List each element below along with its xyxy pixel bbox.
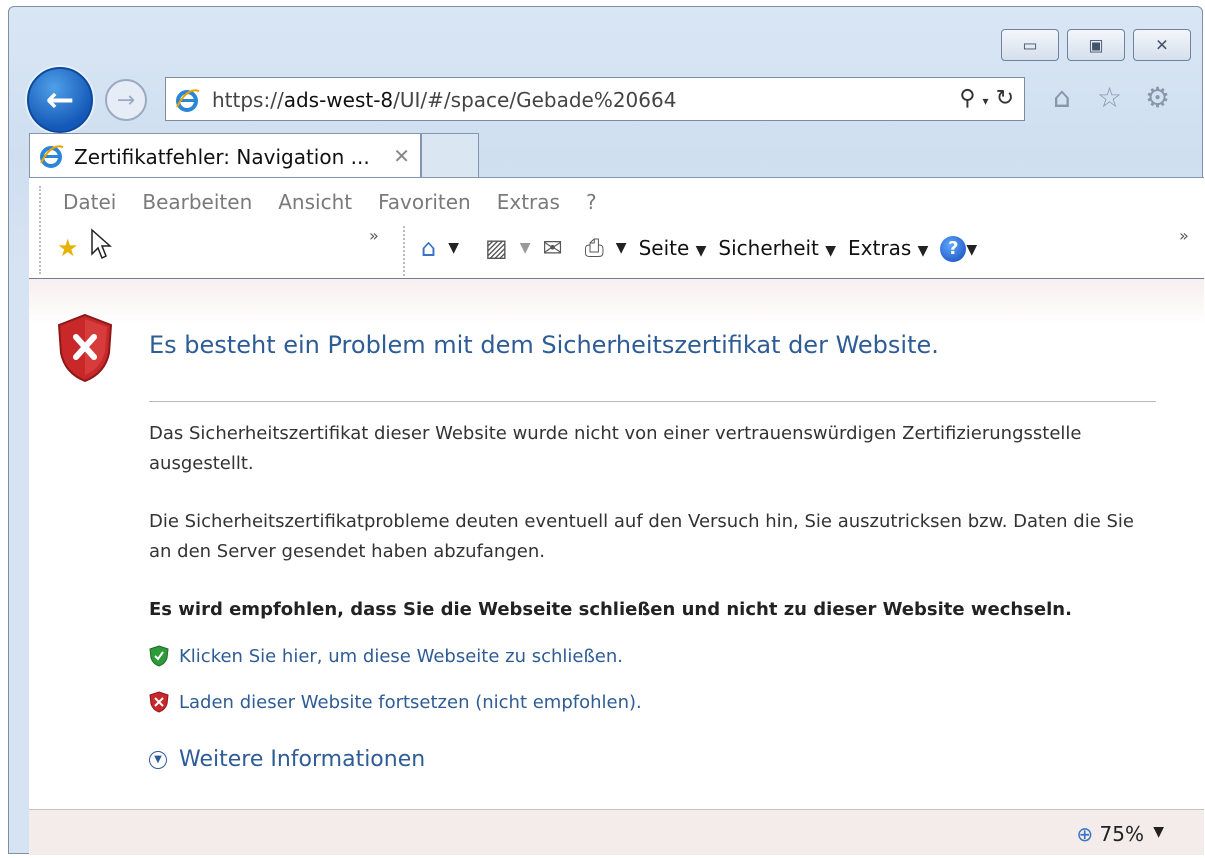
status-bar: ⊕ 75% ▼ [29, 809, 1204, 855]
minimize-button[interactable]: ▭ [1001, 29, 1059, 61]
sicherheit-menu[interactable]: Sicherheit ▼ [718, 236, 836, 260]
home-icon[interactable]: ⌂ [421, 234, 436, 262]
menu-bar: Datei Bearbeiten Ansicht Favoriten Extras? [63, 190, 623, 214]
command-area: Datei Bearbeiten Ansicht Favoriten Extras? ★… [29, 177, 1204, 279]
settings-gear-icon[interactable]: ⚙ [1145, 81, 1170, 114]
error-shield-icon [57, 313, 113, 383]
search-icon[interactable]: ⚲ [959, 86, 975, 111]
address-bar[interactable]: https://ads-west-8/UI/#/space/Gebade%206… [165, 77, 1025, 121]
menu-bearbeiten[interactable]: Bearbeiten [142, 190, 252, 214]
continue-link-label: Laden dieser Website fortsetzen (nicht e… [179, 691, 642, 713]
browser-window: ▭ ▣ ✕ ← → https://ads-west-8/UI/#/space/… [8, 6, 1204, 855]
home-icon[interactable]: ⌂ [1053, 81, 1071, 114]
forward-button[interactable]: → [105, 79, 147, 121]
help-menu[interactable]: ? ▼ [940, 235, 977, 262]
toolbar-grip[interactable] [39, 186, 41, 274]
continue-link[interactable]: Laden dieser Website fortsetzen (nicht e… [149, 691, 642, 713]
error-page: Es besteht ein Problem mit dem Sicherhei… [29, 279, 1204, 809]
expand-circle-icon: ▼ [149, 750, 167, 769]
zoom-level[interactable]: ⊕ 75% [1076, 822, 1144, 846]
menu-extras[interactable]: Extras [497, 190, 560, 214]
ok-shield-icon [149, 645, 169, 667]
add-favorites-icon[interactable]: ★ [57, 234, 79, 262]
menu-ansicht[interactable]: Ansicht [278, 190, 352, 214]
toolbar-grip[interactable] [403, 226, 405, 276]
mouse-cursor-icon [91, 228, 112, 260]
back-arrow-icon: ← [45, 80, 75, 120]
description-paragraph-2: Die Sicherheitszertifikatprobleme deuten… [149, 511, 1135, 562]
more-info-toggle[interactable]: ▼ Weitere Informationen [149, 747, 425, 772]
menu-favoriten[interactable]: Favoriten [378, 190, 471, 214]
chevron-right-icon[interactable]: » [1179, 226, 1189, 245]
chevron-right-icon[interactable]: » [369, 226, 379, 245]
tab-close-icon[interactable]: ✕ [393, 144, 410, 168]
command-bar: ⌂ ▼ ▨ ▼ ✉ ⎙ ▼ Seite ▼ Sicherheit ▼ Extra… [421, 234, 977, 262]
mail-icon[interactable]: ✉ [542, 234, 562, 262]
close-page-link[interactable]: Klicken Sie hier, um diese Webseite zu s… [149, 645, 623, 667]
error-shield-small-icon [149, 691, 169, 713]
feeds-icon[interactable]: ▨ [485, 234, 508, 262]
description-paragraph-1: Das Sicherheitszertifikat dieser Website… [149, 423, 1082, 474]
home-dropdown-icon[interactable]: ▼ [448, 240, 459, 256]
maximize-icon: ▣ [1088, 35, 1104, 55]
page-title: Es besteht ein Problem mit dem Sicherhei… [149, 331, 939, 359]
print-icon[interactable]: ⎙ [585, 234, 604, 262]
address-url: https://ads-west-8/UI/#/space/Gebade%206… [212, 88, 677, 112]
close-window-button[interactable]: ✕ [1133, 29, 1191, 61]
tab-certificate-error[interactable]: Zertifikatfehler: Navigation ... ✕ [29, 133, 421, 177]
more-info-label: Weitere Informationen [179, 747, 426, 772]
maximize-button[interactable]: ▣ [1067, 29, 1125, 61]
zoom-icon: ⊕ [1076, 822, 1094, 846]
dropdown-icon[interactable]: ▾ [983, 94, 989, 108]
recommendation-text: Es wird empfohlen, dass Sie die Webseite… [149, 599, 1072, 620]
close-icon: ✕ [1155, 35, 1169, 55]
address-tools: ⚲ ▾ ↻ [959, 86, 1014, 111]
new-tab-button[interactable] [421, 133, 479, 177]
tab-title: Zertifikatfehler: Navigation ... [74, 145, 370, 169]
back-button[interactable]: ← [27, 67, 93, 133]
refresh-icon[interactable]: ↻ [996, 86, 1014, 111]
seite-menu[interactable]: Seite ▼ [639, 236, 707, 260]
favorites-star-icon[interactable]: ☆ [1097, 81, 1122, 114]
divider [149, 401, 1156, 402]
ie-icon [176, 89, 200, 112]
feeds-dropdown-icon[interactable]: ▼ [520, 240, 531, 256]
extras-menu[interactable]: Extras ▼ [848, 236, 928, 260]
close-page-link-label: Klicken Sie hier, um diese Webseite zu s… [179, 645, 624, 667]
zoom-dropdown-icon[interactable]: ▼ [1153, 824, 1164, 840]
minimize-icon: ▭ [1022, 35, 1038, 55]
menu-datei[interactable]: Datei [63, 190, 116, 214]
print-dropdown-icon[interactable]: ▼ [616, 240, 627, 256]
menu-help[interactable]: ? [586, 190, 597, 214]
help-icon: ? [940, 235, 967, 262]
ie-icon [40, 145, 64, 168]
forward-arrow-icon: → [116, 87, 136, 113]
